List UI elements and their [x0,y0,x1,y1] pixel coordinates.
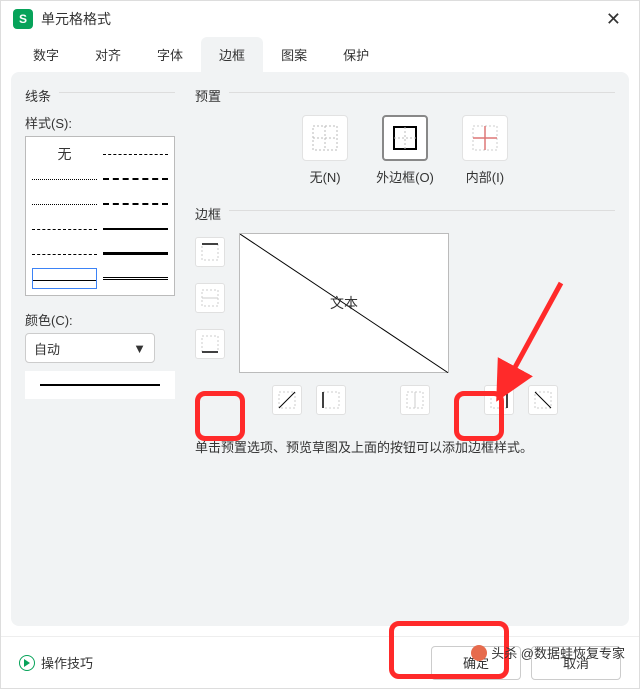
style-dotted[interactable] [32,193,97,214]
preset-inside-button[interactable] [462,115,508,161]
style-none[interactable]: 无 [32,143,97,164]
play-icon [19,655,35,671]
border-right-button[interactable] [484,385,514,415]
tab-align[interactable]: 对齐 [77,37,139,72]
style-dashed-med[interactable] [103,193,168,214]
style-dash-dot-dash[interactable] [103,143,168,164]
style-double[interactable] [103,268,168,289]
tab-bar: 数字 对齐 字体 边框 图案 保护 [1,37,639,72]
style-solid-heavy[interactable] [103,243,168,264]
border-vmiddle-button[interactable] [400,385,430,415]
tab-border[interactable]: 边框 [201,37,263,72]
app-icon: S [13,9,33,29]
preset-none-label: 无(N) [310,167,341,186]
tips-label: 操作技巧 [41,653,93,672]
preview-text: 文本 [330,293,358,313]
border-bottom-button[interactable] [195,329,225,359]
style-dotted-fine[interactable] [32,168,97,189]
preset-outline-button[interactable] [382,115,428,161]
preset-section-label: 预置 [195,86,221,105]
close-icon[interactable]: ✕ [600,7,627,32]
style-solid-med[interactable] [103,218,168,239]
preset-none-button[interactable] [302,115,348,161]
color-value: 自动 [34,339,60,358]
border-section-label: 边框 [195,204,221,223]
line-section-label: 线条 [25,86,51,105]
dialog-title: 单元格格式 [41,9,600,29]
border-preview[interactable]: 文本 [239,233,449,373]
style-label: 样式(S): [25,113,175,132]
chevron-down-icon: ▼ [133,341,146,356]
border-left-button[interactable] [316,385,346,415]
border-diag-up-button[interactable] [272,385,302,415]
tips-link[interactable]: 操作技巧 [19,653,93,672]
border-hmiddle-button[interactable] [195,283,225,313]
cell-format-dialog: S 单元格格式 ✕ 数字 对齐 字体 边框 图案 保护 线条 样式(S): 无 [0,0,640,689]
titlebar: S 单元格格式 ✕ [1,1,639,37]
preset-outline-label: 外边框(O) [376,167,434,186]
border-top-button[interactable] [195,237,225,267]
tab-protect[interactable]: 保护 [325,37,387,72]
watermark: 头杀 @数据蛙恢复专家 [471,643,625,662]
watermark-avatar-icon [471,645,487,661]
preset-inside-label: 内部(I) [466,167,504,186]
line-style-picker[interactable]: 无 [25,136,175,296]
border-diag-down-button[interactable] [528,385,558,415]
style-dash-long[interactable] [32,218,97,239]
tab-font[interactable]: 字体 [139,37,201,72]
style-solid-thin[interactable] [32,268,97,289]
color-label: 颜色(C): [25,310,175,329]
border-panel: 线条 样式(S): 无 颜色(C): [11,72,629,626]
hint-text: 单击预置选项、预览草图及上面的按钮可以添加边框样式。 [195,437,615,456]
color-dropdown[interactable]: 自动 ▼ [25,333,155,363]
tab-number[interactable]: 数字 [15,37,77,72]
style-dash-heavy[interactable] [103,168,168,189]
style-dash-dot[interactable] [32,243,97,264]
color-preview [25,371,175,399]
tab-pattern[interactable]: 图案 [263,37,325,72]
